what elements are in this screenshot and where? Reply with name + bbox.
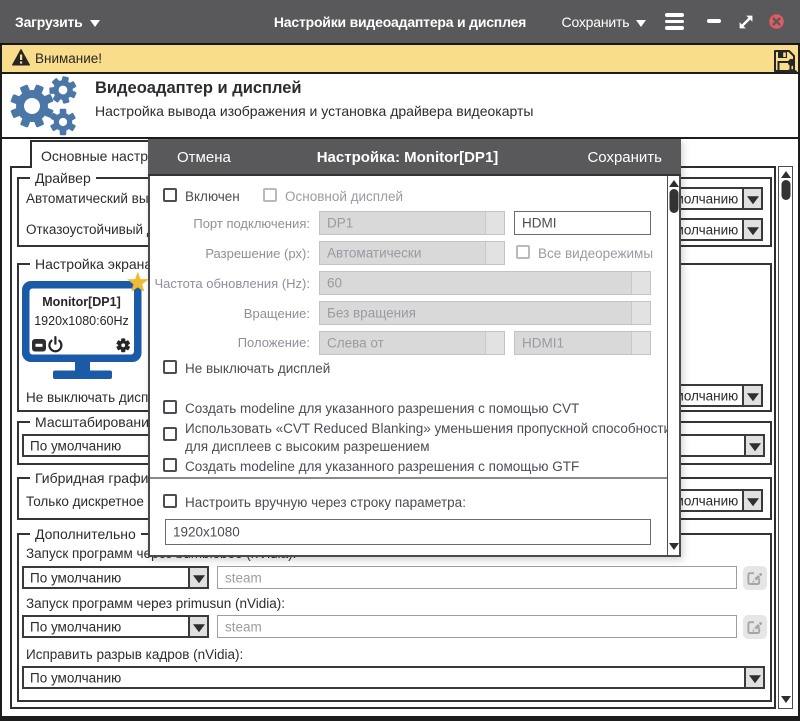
svg-text:1920x1080:60Hz: 1920x1080:60Hz: [34, 314, 129, 328]
svg-text:Monitor[DP1]: Monitor[DP1]: [42, 295, 120, 309]
